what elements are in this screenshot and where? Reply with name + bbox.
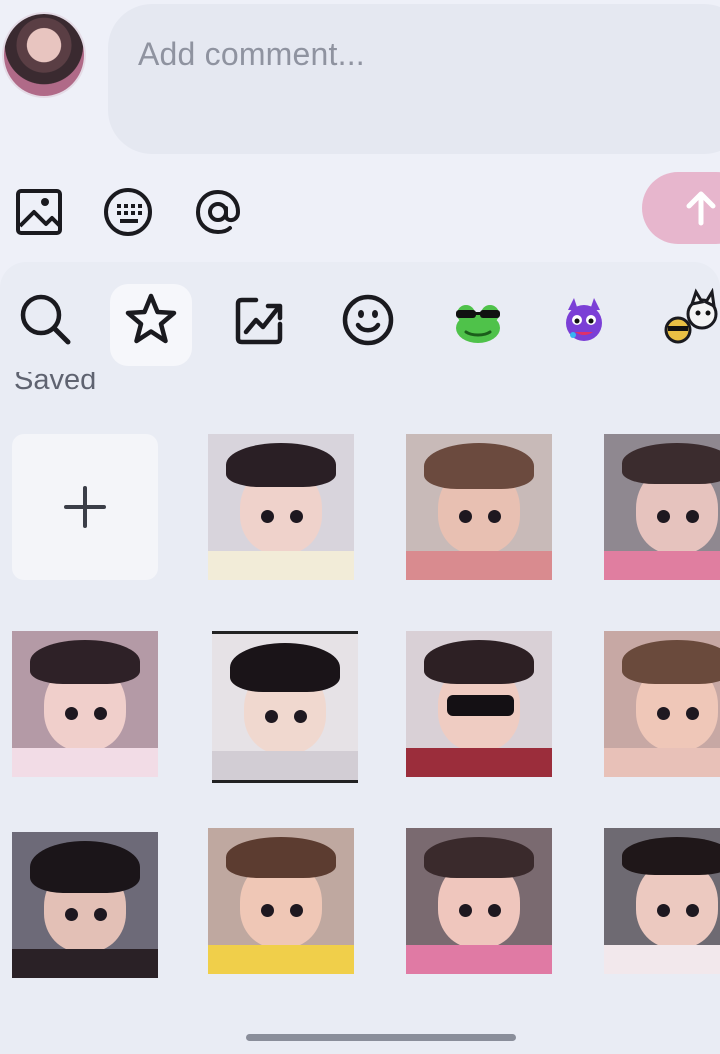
saved-sticker-1[interactable]	[208, 434, 354, 580]
star-icon[interactable]	[119, 288, 183, 352]
comment-input-placeholder: Add comment...	[138, 36, 365, 72]
plus-icon	[64, 486, 106, 528]
home-indicator	[246, 1034, 516, 1041]
add-sticker-tile[interactable]	[12, 434, 158, 580]
keyboard-icon[interactable]	[102, 186, 154, 238]
comment-bar: Add comment...	[0, 0, 720, 170]
frog-sticker-icon[interactable]	[446, 288, 510, 352]
search-icon[interactable]	[14, 288, 78, 352]
saved-sticker-8[interactable]	[12, 832, 158, 978]
section-label-saved: Saved	[14, 372, 97, 396]
saved-sticker-7[interactable]	[604, 631, 720, 777]
saved-sticker-11[interactable]	[604, 828, 720, 974]
cartoon-dogs-sticker-icon[interactable]	[662, 287, 720, 352]
saved-sticker-2[interactable]	[406, 434, 552, 580]
arrow-up-icon	[686, 191, 716, 226]
purple-monster-sticker-icon[interactable]	[552, 288, 616, 352]
send-button[interactable]	[642, 172, 720, 244]
saved-sticker-6[interactable]	[406, 631, 552, 777]
trending-icon[interactable]	[228, 288, 292, 352]
saved-sticker-10[interactable]	[406, 828, 552, 974]
saved-sticker-4[interactable]	[12, 631, 158, 777]
saved-sticker-3[interactable]	[604, 434, 720, 580]
smiley-icon[interactable]	[336, 288, 400, 352]
saved-sticker-9[interactable]	[208, 828, 354, 974]
mention-icon[interactable]	[192, 186, 244, 238]
image-icon[interactable]	[14, 186, 66, 238]
avatar	[4, 14, 84, 96]
saved-sticker-5[interactable]	[212, 631, 358, 783]
comment-input[interactable]: Add comment...	[108, 4, 720, 154]
